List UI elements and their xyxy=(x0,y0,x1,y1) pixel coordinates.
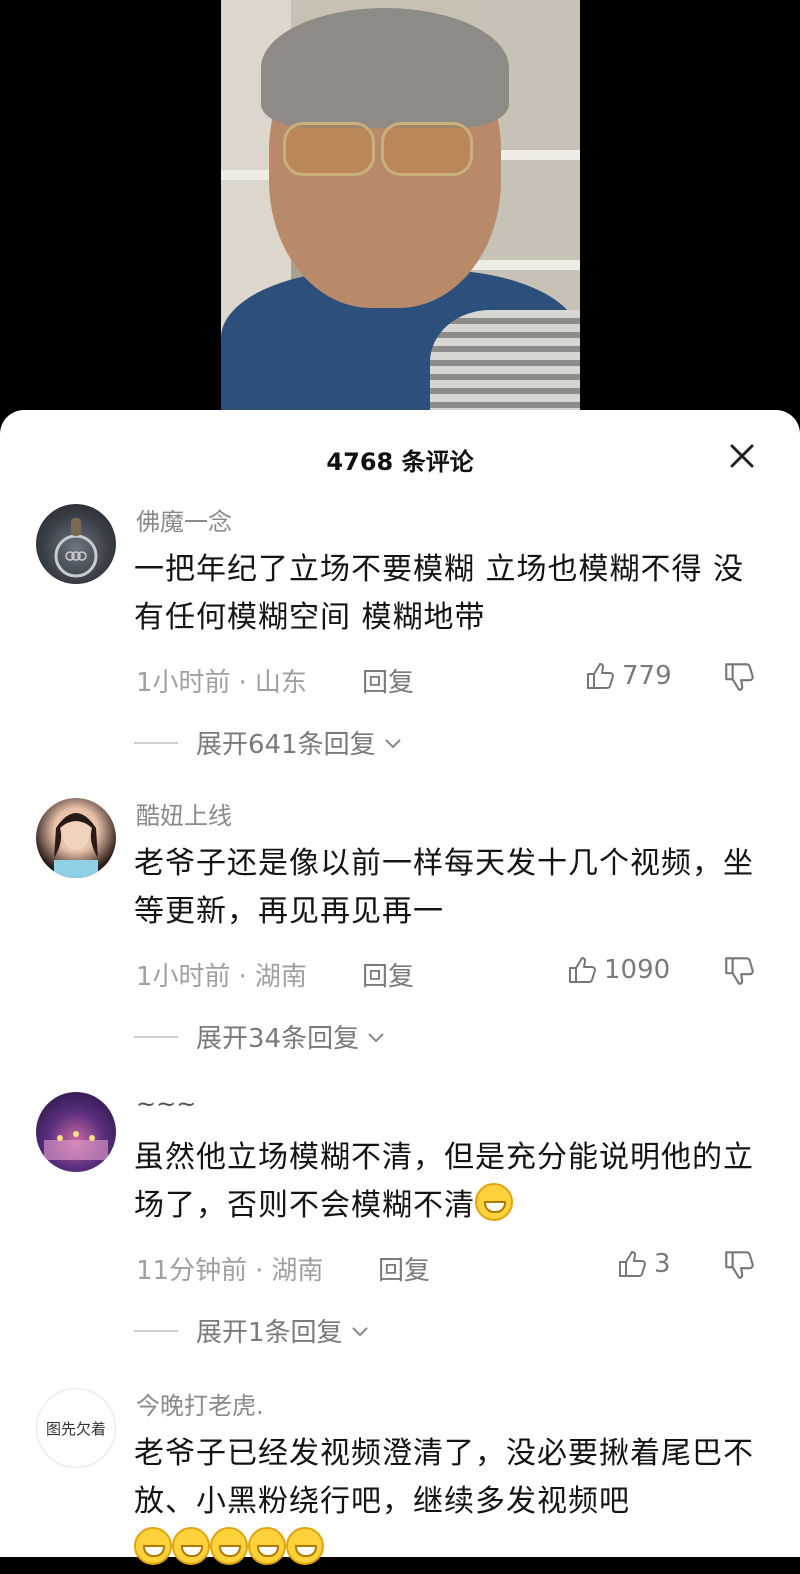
comment-text: 虽然他立场模糊不清，但是充分能说明他的立场了，否则不会模糊不清 xyxy=(134,1134,764,1230)
steering-wheel-icon xyxy=(54,518,98,578)
like-count: 3 xyxy=(654,1249,671,1279)
reply-button[interactable]: 回复 xyxy=(362,662,414,699)
video-player[interactable] xyxy=(0,0,800,440)
avatar[interactable] xyxy=(36,504,116,584)
grin-emoji-icon xyxy=(172,1527,210,1565)
like-button[interactable]: 1090 xyxy=(566,954,670,986)
expand-replies-label: 展开1条回复 xyxy=(196,1318,343,1348)
comment-text: 老爷子还是像以前一样每天发十几个视频，坐等更新，再见再见再一 xyxy=(134,846,754,929)
reply-button[interactable]: 回复 xyxy=(378,1250,430,1287)
expand-replies-label: 展开641条回复 xyxy=(196,730,376,760)
thumbs-up-icon xyxy=(569,957,596,983)
like-button[interactable]: 779 xyxy=(584,660,672,692)
thumbs-down-icon xyxy=(725,663,754,691)
comment-location: 湖南 xyxy=(254,962,307,992)
expand-replies-button[interactable]: 展开34条回复 xyxy=(134,1018,387,1055)
thumbs-down-icon xyxy=(725,1251,754,1279)
comments-header: 4768 条评论 xyxy=(0,410,800,502)
thumbs-up-icon xyxy=(619,1251,646,1277)
divider xyxy=(134,1329,178,1332)
comment-location: 湖南 xyxy=(271,1256,324,1286)
grin-emoji-icon xyxy=(286,1527,324,1565)
chevron-down-icon xyxy=(384,738,401,748)
username[interactable]: 今晚打老虎. xyxy=(136,1386,264,1421)
comment-location: 山东 xyxy=(254,668,307,698)
night-city-icon xyxy=(44,1131,108,1160)
person-hair xyxy=(261,8,509,128)
avatar[interactable]: 图先欠着 xyxy=(36,1388,116,1468)
comment-time: 1小时前 xyxy=(136,668,231,698)
comment-meta: 1小时前 · 湖南 xyxy=(136,962,307,992)
comment-text-body: 虽然他立场模糊不清，但是充分能说明他的立场了，否则不会模糊不清 xyxy=(134,1140,754,1223)
dislike-button[interactable] xyxy=(722,954,756,992)
thumbs-up-icon xyxy=(587,663,614,689)
comment-text-body: 老爷子已经发视频澄清了，没必要揪着尾巴不放、小黑粉绕行吧，继续多发视频吧 xyxy=(134,1436,754,1519)
comment-meta: 1小时前 · 山东 xyxy=(136,668,307,698)
avatar[interactable] xyxy=(36,798,116,878)
dislike-button[interactable] xyxy=(722,660,756,698)
comment-meta: 11分钟前 · 湖南 xyxy=(136,1256,324,1286)
dislike-button[interactable] xyxy=(722,1248,756,1286)
video-frame xyxy=(221,0,580,440)
thumbs-down-icon xyxy=(725,957,754,985)
divider xyxy=(134,741,178,744)
like-button[interactable]: 3 xyxy=(616,1248,671,1280)
comment-text: 老爷子已经发视频澄清了，没必要揪着尾巴不放、小黑粉绕行吧，继续多发视频吧 xyxy=(134,1430,764,1574)
expand-replies-button[interactable]: 展开641条回复 xyxy=(134,724,404,761)
chevron-down-icon xyxy=(368,1032,384,1042)
comment-item: 佛魔一念 一把年纪了立场不要模糊 立场也模糊不得 没有任何模糊空间 模糊地带 1… xyxy=(0,502,800,792)
username[interactable]: 佛魔一念 xyxy=(136,502,232,537)
comment-item: ~~~ 虽然他立场模糊不清，但是充分能说明他的立场了，否则不会模糊不清 11分钟… xyxy=(0,1090,800,1380)
comment-item: 酷妞上线 老爷子还是像以前一样每天发十几个视频，坐等更新，再见再见再一 1小时前… xyxy=(0,796,800,1086)
chevron-down-icon xyxy=(351,1326,368,1336)
comment-count-title: 4768 条评论 xyxy=(326,448,474,476)
avatar[interactable] xyxy=(36,1092,116,1172)
like-count: 779 xyxy=(622,661,672,691)
comment-time: 1小时前 xyxy=(136,962,231,992)
grin-emoji-icon xyxy=(475,1183,513,1221)
avatar-placeholder-text: 图先欠着 xyxy=(45,1419,106,1438)
grin-emoji-icon xyxy=(248,1527,286,1565)
expand-replies-button[interactable]: 展开1条回复 xyxy=(134,1312,371,1349)
expand-replies-label: 展开34条回复 xyxy=(196,1024,360,1054)
person-photo-icon xyxy=(54,813,98,878)
glasses-left xyxy=(283,122,375,176)
reply-button[interactable]: 回复 xyxy=(362,956,414,993)
username[interactable]: 酷妞上线 xyxy=(136,796,232,831)
username[interactable]: ~~~ xyxy=(136,1090,196,1118)
comment-text: 一把年纪了立场不要模糊 立场也模糊不得 没有任何模糊空间 模糊地带 xyxy=(134,552,745,635)
comments-sheet: 4768 条评论 佛魔一念 一把年纪了立场不要模糊 立场也模糊不得 没有任何模糊… xyxy=(0,410,800,1565)
comment-time: 11分钟前 xyxy=(136,1256,248,1286)
like-count: 1090 xyxy=(604,955,671,985)
grin-emoji-icon xyxy=(134,1527,172,1565)
grin-emoji-icon xyxy=(210,1527,248,1565)
divider xyxy=(134,1035,178,1038)
glasses-right xyxy=(381,122,473,176)
close-icon[interactable] xyxy=(726,440,758,472)
comment-item: 图先欠着 今晚打老虎. 老爷子已经发视频澄清了，没必要揪着尾巴不放、小黑粉绕行吧… xyxy=(0,1386,800,1565)
